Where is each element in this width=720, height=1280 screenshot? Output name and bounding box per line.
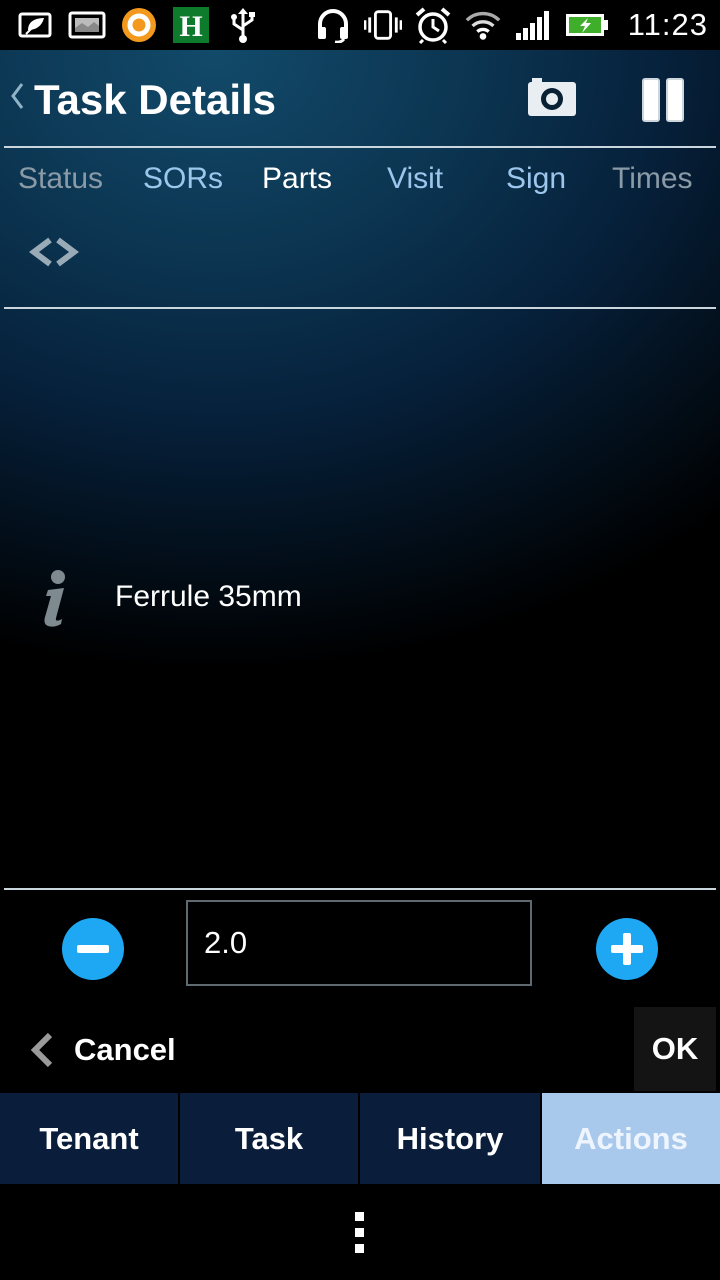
status-time: 11:23 xyxy=(627,7,708,42)
page-title: Task Details xyxy=(34,76,277,123)
tab-times[interactable]: Times xyxy=(612,162,693,196)
overflow-menu-icon[interactable] xyxy=(355,1212,365,1254)
decrease-quantity-button[interactable] xyxy=(62,918,124,980)
app-screen: H 11:23 Task Details Status SORs Parts V… xyxy=(0,0,720,1280)
camera-icon[interactable] xyxy=(526,76,578,120)
increase-quantity-button[interactable] xyxy=(596,918,658,980)
vibrate-icon xyxy=(363,6,402,44)
nav-tab-actions[interactable]: Actions xyxy=(542,1093,720,1184)
ok-button[interactable]: OK xyxy=(634,1007,716,1091)
quantity-stepper xyxy=(0,890,720,1005)
headset-icon xyxy=(314,6,352,44)
tab-status[interactable]: Status xyxy=(18,162,103,196)
part-name: Ferrule 35mm xyxy=(115,580,302,613)
detail-tabs: Status SORs Parts Visit Sign Times xyxy=(0,150,720,210)
system-navigation-bar xyxy=(0,1184,720,1280)
app-header: Task Details xyxy=(0,50,720,146)
tab-parts[interactable]: Parts xyxy=(262,162,332,196)
chevron-left-icon xyxy=(28,1031,56,1069)
nav-tab-task[interactable]: Task xyxy=(180,1093,358,1184)
tabs-divider xyxy=(4,307,716,309)
image-card-icon xyxy=(68,6,106,44)
header-divider xyxy=(4,146,716,148)
tab-visit[interactable]: Visit xyxy=(387,162,443,196)
leaf-card-icon xyxy=(16,6,54,44)
scroll-tabs-arrows-icon[interactable] xyxy=(28,232,80,272)
alarm-icon xyxy=(414,6,452,44)
status-bar: H 11:23 xyxy=(0,0,720,50)
signal-icon xyxy=(514,6,552,44)
wifi-icon xyxy=(464,6,502,44)
cancel-label: Cancel xyxy=(74,1032,176,1067)
nav-tab-tenant[interactable]: Tenant xyxy=(0,1093,178,1184)
battery-charging-icon xyxy=(564,6,610,44)
back-chevron-icon[interactable] xyxy=(10,82,24,118)
h-app-icon: H xyxy=(172,6,210,44)
dialog-actions: Cancel OK xyxy=(0,1005,720,1093)
pause-icon[interactable] xyxy=(640,76,686,124)
orange-app-icon xyxy=(120,6,158,44)
usb-icon xyxy=(224,6,262,44)
info-icon[interactable] xyxy=(36,568,76,628)
svg-text:H: H xyxy=(179,10,202,43)
tab-sors[interactable]: SORs xyxy=(143,162,223,196)
cancel-button[interactable]: Cancel xyxy=(28,1025,176,1075)
tab-sign[interactable]: Sign xyxy=(506,162,566,196)
quantity-field[interactable] xyxy=(186,900,532,986)
nav-tab-history[interactable]: History xyxy=(360,1093,540,1184)
bottom-navigation: Tenant Task History Actions xyxy=(0,1093,720,1184)
